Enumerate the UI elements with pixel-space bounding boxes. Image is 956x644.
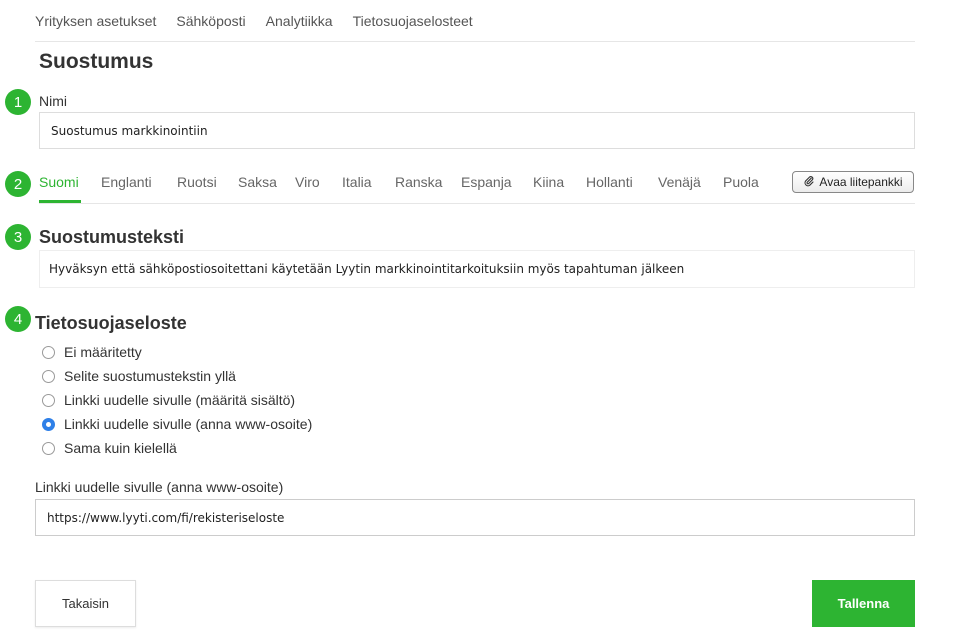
step-badge-2: 2 <box>5 171 31 197</box>
tab-spanish[interactable]: Espanja <box>461 174 512 190</box>
radio-button[interactable] <box>42 369 55 383</box>
radio-button[interactable] <box>42 345 55 359</box>
radio-button-selected[interactable] <box>42 417 55 431</box>
step-badge-4: 4 <box>5 306 31 332</box>
consent-heading: Suostumusteksti <box>39 227 185 247</box>
back-button[interactable]: Takaisin <box>35 580 136 627</box>
tab-german[interactable]: Saksa <box>238 174 277 190</box>
nav-analytics[interactable]: Analytiikka <box>266 13 333 29</box>
tab-italian[interactable]: Italia <box>342 174 372 190</box>
url-input[interactable] <box>35 499 915 536</box>
name-label: Nimi <box>39 93 67 109</box>
consent-text-editor[interactable]: Hyväksyn että sähköpostiosoitettani käyt… <box>39 250 915 288</box>
url-label: Linkki uudelle sivulle (anna www-osoite) <box>35 479 284 495</box>
name-input[interactable] <box>39 112 915 149</box>
tab-finnish[interactable]: Suomi <box>39 174 79 190</box>
page-title: Suostumus <box>39 50 154 73</box>
language-tabs: Suomi Englanti Ruotsi Saksa Viro Italia … <box>39 166 915 204</box>
privacy-option-link-url[interactable]: Linkki uudelle sivulle (anna www-osoite) <box>42 412 312 436</box>
save-button[interactable]: Tallenna <box>812 580 915 627</box>
privacy-options: Ei määritetty Selite suostumustekstin yl… <box>42 340 312 460</box>
privacy-option-not-defined[interactable]: Ei määritetty <box>42 340 312 364</box>
step-badge-3: 3 <box>5 224 31 250</box>
nav-company-settings[interactable]: Yrityksen asetukset <box>35 13 156 29</box>
attach-button-label: Avaa liitepankki <box>819 175 903 189</box>
tab-french[interactable]: Ranska <box>395 174 442 190</box>
radio-button[interactable] <box>42 441 55 455</box>
radio-label: Selite suostumustekstin yllä <box>64 368 236 384</box>
privacy-option-above-consent[interactable]: Selite suostumustekstin yllä <box>42 364 312 388</box>
privacy-option-same-as-language[interactable]: Sama kuin kielellä <box>42 436 312 460</box>
privacy-option-link-define-content[interactable]: Linkki uudelle sivulle (määritä sisältö) <box>42 388 312 412</box>
radio-label: Linkki uudelle sivulle (määritä sisältö) <box>64 392 296 408</box>
radio-button[interactable] <box>42 393 55 407</box>
open-attachment-bank-button[interactable]: Avaa liitepankki <box>792 171 914 193</box>
radio-label: Ei määritetty <box>64 344 142 360</box>
tab-swedish[interactable]: Ruotsi <box>177 174 217 190</box>
tab-russian[interactable]: Venäjä <box>658 174 701 190</box>
tab-dutch[interactable]: Hollanti <box>586 174 633 190</box>
step-badge-1: 1 <box>5 89 31 115</box>
active-tab-indicator <box>39 200 81 203</box>
tab-polish[interactable]: Puola <box>723 174 759 190</box>
radio-label: Linkki uudelle sivulle (anna www-osoite) <box>64 416 313 432</box>
paperclip-icon <box>803 175 815 190</box>
nav-privacy-statements[interactable]: Tietosuojaselosteet <box>353 13 473 29</box>
privacy-heading: Tietosuojaseloste <box>35 313 187 333</box>
tab-english[interactable]: Englanti <box>101 174 152 190</box>
top-navigation: Yrityksen asetukset Sähköposti Analytiik… <box>35 0 915 42</box>
nav-email[interactable]: Sähköposti <box>176 13 245 29</box>
tab-estonian[interactable]: Viro <box>295 174 320 190</box>
radio-label: Sama kuin kielellä <box>64 440 177 456</box>
tab-chinese[interactable]: Kiina <box>533 174 564 190</box>
